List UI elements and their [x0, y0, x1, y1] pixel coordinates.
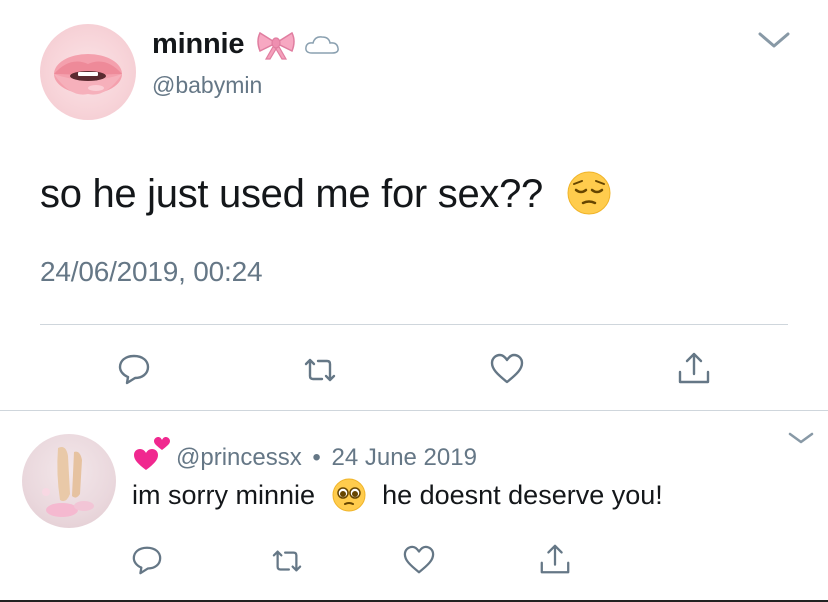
- like-icon[interactable]: [489, 352, 525, 386]
- reply-avatar[interactable]: [22, 434, 116, 528]
- pleading-face-emoji: [332, 478, 366, 512]
- divider: [40, 324, 788, 325]
- lips-avatar-image: [54, 54, 122, 95]
- reply-text: im sorry minnie he doesnt deserve you!: [132, 478, 663, 513]
- share-icon[interactable]: [538, 542, 572, 576]
- reply-icon[interactable]: [130, 544, 164, 576]
- tweet-timestamp[interactable]: 24/06/2019, 00:24: [40, 256, 263, 288]
- handle[interactable]: @babymin: [152, 72, 262, 99]
- reply-date[interactable]: 24 June 2019: [331, 444, 476, 471]
- ribbon-emoji: [257, 32, 295, 60]
- chevron-down-icon[interactable]: [756, 30, 792, 50]
- pensive-face-emoji: [567, 171, 611, 215]
- avatar[interactable]: [40, 24, 136, 120]
- separator: •: [312, 444, 321, 471]
- two-hearts-emoji: [134, 437, 170, 470]
- cloud-emoji: [305, 36, 339, 55]
- tweet-text: so he just used me for sex??: [40, 171, 612, 217]
- display-name[interactable]: minnie: [152, 28, 340, 61]
- reply-handle[interactable]: @princessx: [176, 444, 302, 471]
- divider: [0, 410, 828, 411]
- retweet-icon[interactable]: [300, 354, 340, 386]
- reply-meta: @princessx • 24 June 2019: [176, 444, 477, 472]
- chevron-down-icon[interactable]: [786, 430, 816, 446]
- reply-icon[interactable]: [116, 352, 152, 386]
- share-icon[interactable]: [676, 350, 712, 386]
- retweet-icon[interactable]: [268, 546, 306, 576]
- like-icon[interactable]: [402, 544, 436, 576]
- reply-avatar-image: [42, 447, 94, 517]
